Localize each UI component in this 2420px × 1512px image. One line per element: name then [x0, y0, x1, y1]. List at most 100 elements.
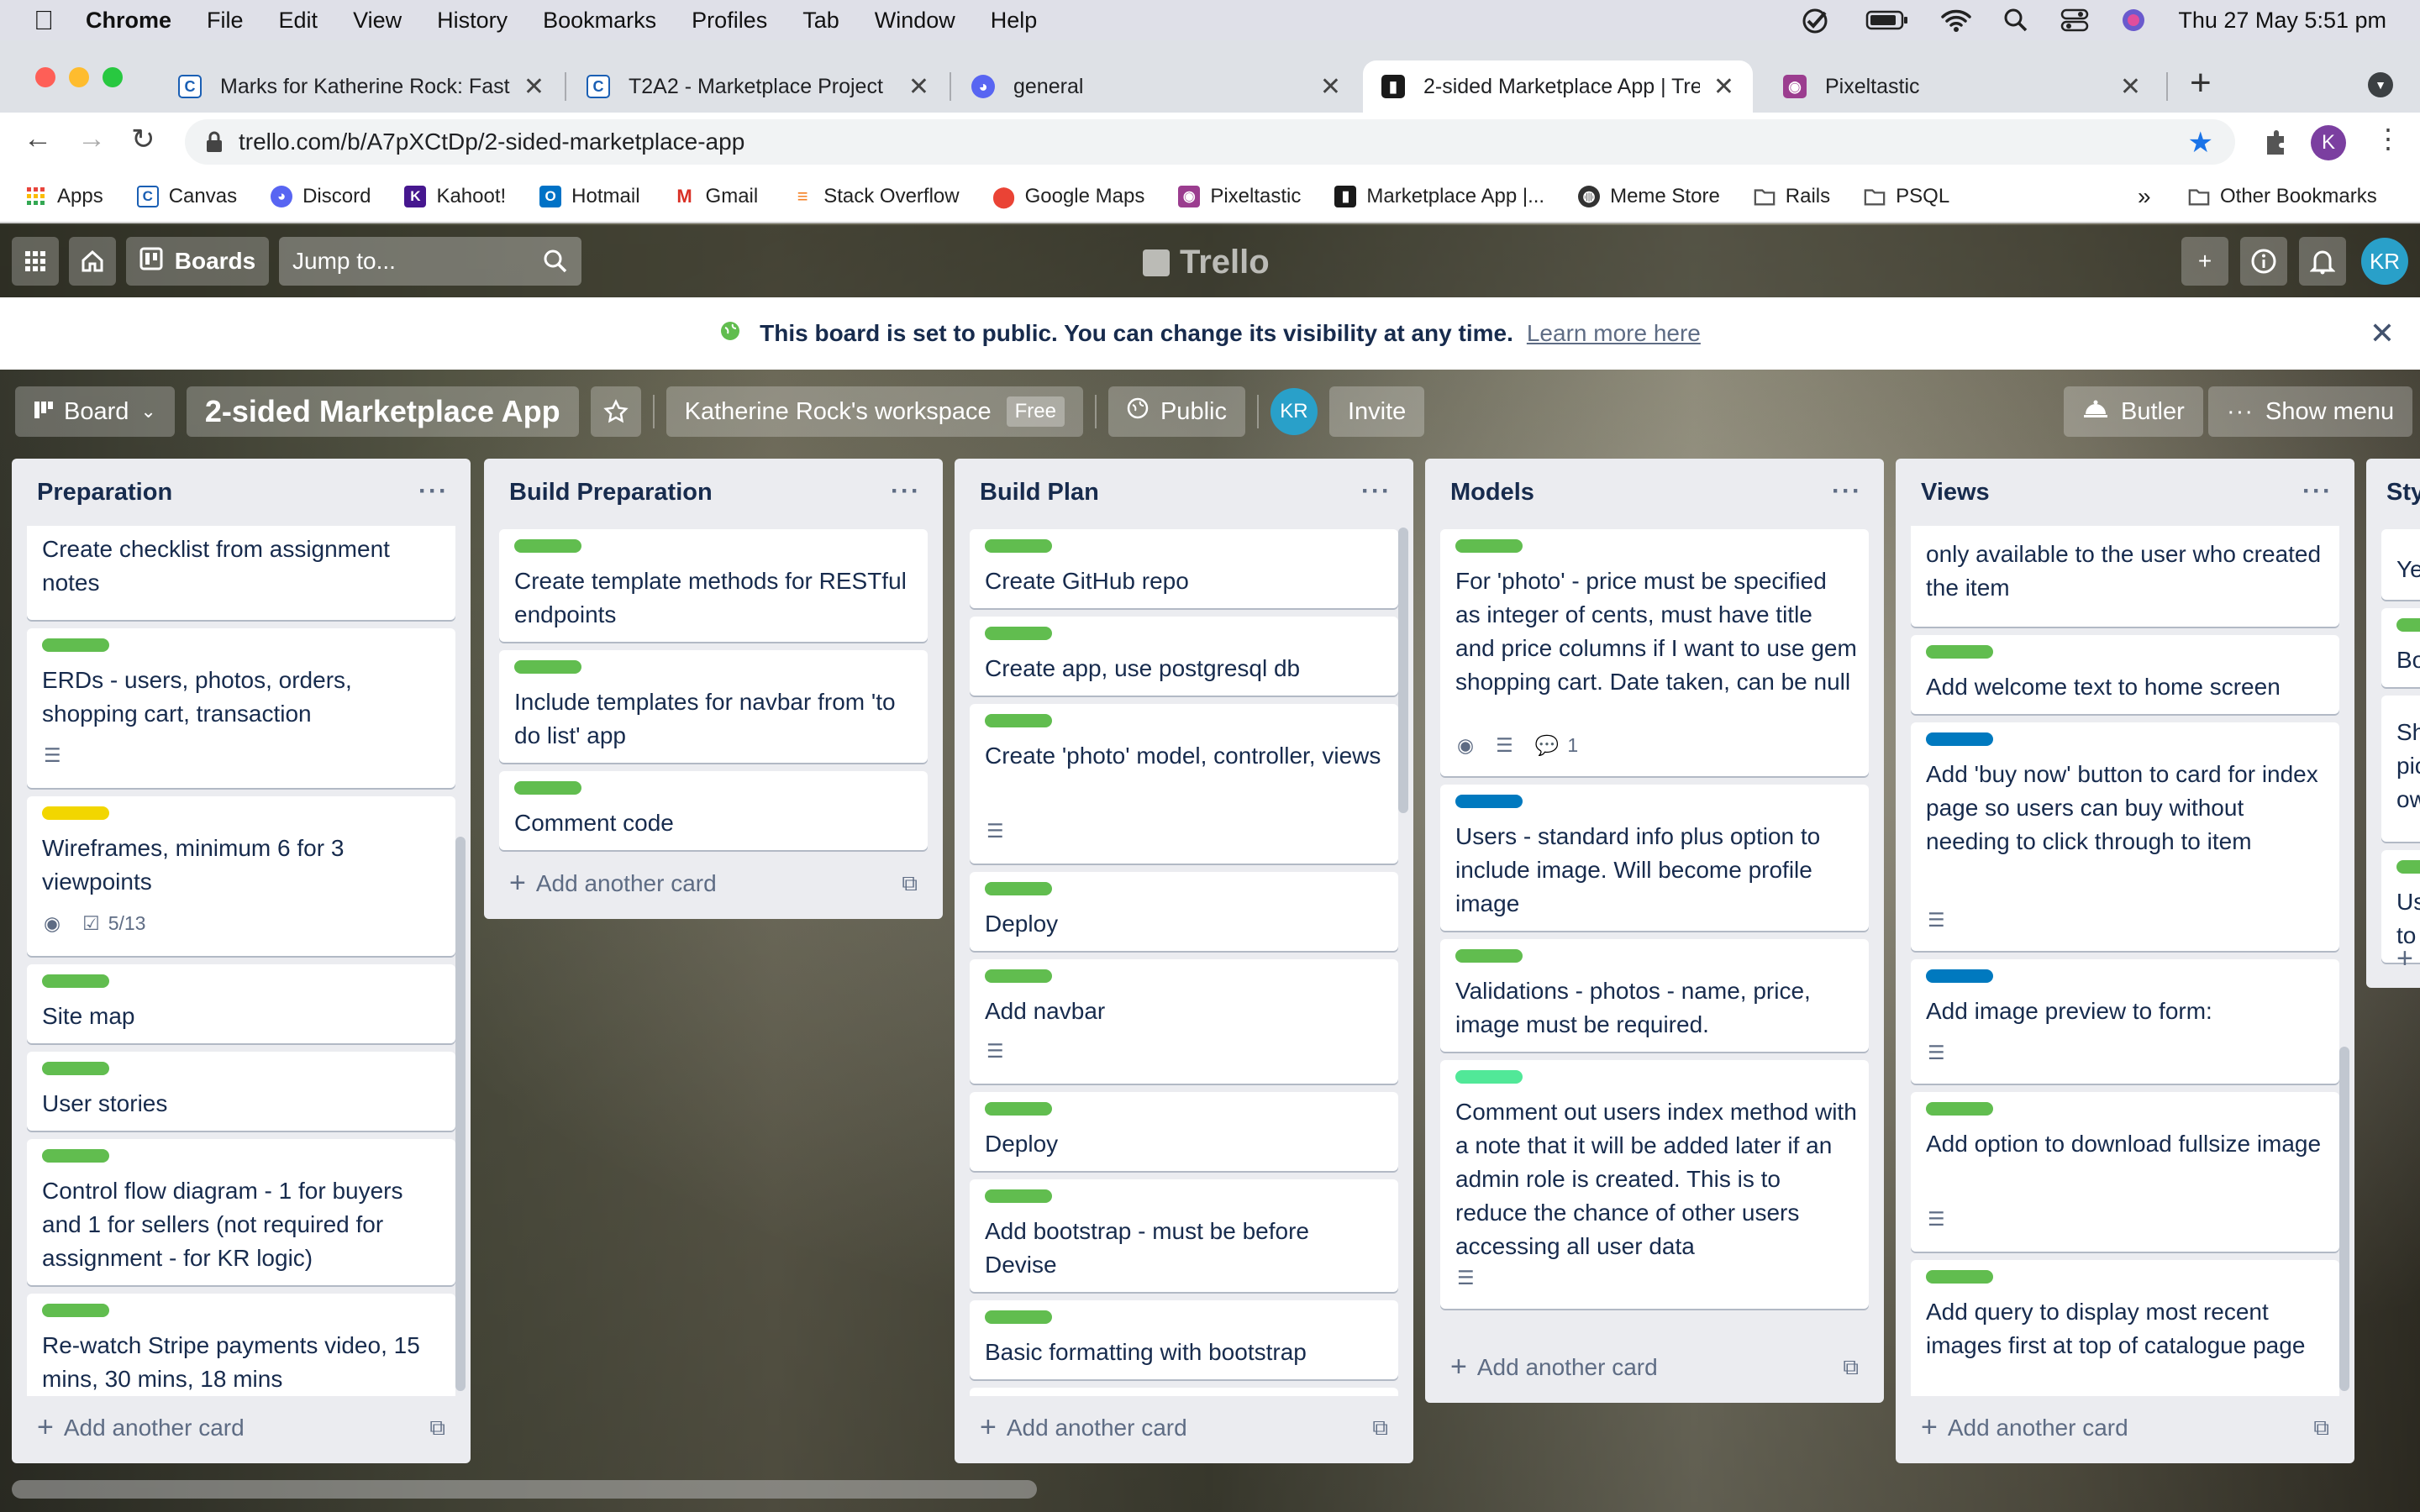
card[interactable]: Deploy: [970, 872, 1398, 951]
bookmark-meme-store[interactable]: ◍ Meme Store: [1578, 185, 1720, 208]
menu-window[interactable]: Window: [875, 8, 955, 34]
bookmark-stackoverflow[interactable]: ≡ Stack Overflow: [792, 185, 960, 208]
list-scrollbar[interactable]: [2339, 1047, 2349, 1391]
card[interactable]: Add query to display most recent images …: [1911, 1260, 2339, 1396]
card[interactable]: Sh pic ow: [2381, 696, 2420, 842]
info-icon[interactable]: [2240, 237, 2287, 286]
list-title[interactable]: Build Plan: [980, 479, 1099, 507]
home-icon[interactable]: [69, 237, 116, 286]
card[interactable]: Deploy: [970, 1092, 1398, 1171]
list-menu-icon[interactable]: ···: [418, 477, 449, 506]
card-template-icon[interactable]: ⧉: [429, 1415, 445, 1441]
list-title[interactable]: Build Preparation: [509, 479, 713, 507]
card[interactable]: Comment out users index method with a no…: [1440, 1060, 1869, 1309]
bookmark-discord[interactable]: ◕ Discord: [271, 185, 371, 208]
siri-icon[interactable]: [2121, 8, 2146, 33]
menu-edit[interactable]: Edit: [279, 8, 318, 34]
workspace-button[interactable]: Katherine Rock's workspace Free: [666, 386, 1083, 437]
card[interactable]: Re-watch Stripe payments video, 15 mins,…: [27, 1294, 455, 1396]
visibility-button[interactable]: Public: [1107, 386, 1245, 437]
chrome-menu-icon[interactable]: ⋮: [2375, 123, 2402, 155]
browser-tab[interactable]: ◕ general ✕: [953, 60, 1360, 113]
card[interactable]: For 'photo' - price must be specified as…: [1440, 529, 1869, 776]
card[interactable]: Ye: [2381, 529, 2420, 600]
card[interactable]: User stories: [27, 1052, 455, 1131]
menu-profiles[interactable]: Profiles: [692, 8, 767, 34]
bookmark-folder-psql[interactable]: PSQL: [1864, 185, 1949, 208]
card-template-icon[interactable]: ⧉: [902, 870, 918, 897]
jump-search-input[interactable]: Jump to...: [279, 237, 581, 286]
card[interactable]: Users - standard info plus option to inc…: [1440, 785, 1869, 931]
bookmark-kahoot[interactable]: K Kahoot!: [404, 185, 506, 208]
search-icon[interactable]: [543, 249, 568, 280]
banner-close-icon[interactable]: ✕: [2370, 316, 2395, 351]
list-scrollbar[interactable]: [1398, 528, 1408, 813]
reload-icon[interactable]: ↻: [131, 123, 155, 156]
list-scrollbar[interactable]: [455, 837, 466, 1391]
card[interactable]: Add option to download fullsize image ☰: [1911, 1092, 2339, 1252]
bookmark-canvas[interactable]: C Canvas: [136, 185, 237, 208]
plus-icon[interactable]: +: [2396, 942, 2413, 975]
create-plus-icon[interactable]: +: [2181, 237, 2228, 286]
bookmark-star-icon[interactable]: ★: [2188, 126, 2213, 160]
card[interactable]: Basic formatting with bootstrap: [970, 1300, 1398, 1379]
bookmark-google-maps[interactable]: ⬤ Google Maps: [992, 185, 1144, 208]
card-template-icon[interactable]: ⧉: [1372, 1415, 1388, 1441]
list-menu-icon[interactable]: ···: [1361, 477, 1392, 506]
wifi-icon[interactable]: [1941, 8, 1972, 32]
list-models[interactable]: Models ··· For 'photo' - price must be sp…: [1425, 459, 1884, 1403]
list-menu-icon[interactable]: ···: [2302, 477, 2333, 506]
bookmark-hotmail[interactable]: O Hotmail: [539, 185, 640, 208]
tab-close-icon[interactable]: ✕: [2120, 72, 2141, 102]
new-tab-button[interactable]: +: [2190, 62, 2212, 104]
board-member-avatar[interactable]: KR: [1270, 388, 1318, 435]
bookmark-apps[interactable]: Apps: [25, 185, 103, 208]
add-card-button[interactable]: + Add another card: [980, 1411, 1187, 1444]
card[interactable]: Bo: [2381, 608, 2420, 687]
spotlight-search-icon[interactable]: [2003, 8, 2028, 33]
learn-more-link[interactable]: Learn more here: [1527, 320, 1701, 347]
bookmark-pixeltastic[interactable]: ◉ Pixeltastic: [1178, 185, 1301, 208]
card[interactable]: Add 'buy now' button to card for index p…: [1911, 722, 2339, 951]
tab-search-icon[interactable]: ▼: [2368, 72, 2393, 97]
card[interactable]: Comment code: [499, 771, 928, 850]
browser-tab[interactable]: ◉ Pixeltastic ✕: [1765, 60, 2160, 113]
card[interactable]: Create app, use postgresql db: [970, 617, 1398, 696]
list-title[interactable]: Preparation: [37, 479, 172, 507]
app-switcher-icon[interactable]: [12, 237, 59, 286]
invite-button[interactable]: Invite: [1328, 386, 1425, 437]
member-avatar[interactable]: KR: [2361, 238, 2408, 285]
card[interactable]: Validations - photos - name, price, imag…: [1440, 939, 1869, 1052]
menu-history[interactable]: History: [437, 8, 508, 34]
list-menu-icon[interactable]: ···: [1832, 477, 1862, 506]
bookmark-folder-rails[interactable]: Rails: [1754, 185, 1830, 208]
browser-tab[interactable]: C T2A2 - Marketplace Project ✕: [568, 60, 948, 113]
card[interactable]: Add image preview to form: ☰: [1911, 959, 2339, 1084]
card-template-icon[interactable]: ⧉: [2313, 1415, 2329, 1441]
menu-tab[interactable]: Tab: [802, 8, 839, 34]
show-menu-button[interactable]: ··· Show menu: [2208, 386, 2413, 437]
tab-close-icon[interactable]: ✕: [908, 72, 929, 102]
app-menu-chrome[interactable]: Chrome: [86, 8, 171, 34]
tab-close-icon[interactable]: ✕: [1713, 72, 1734, 102]
menu-file[interactable]: File: [207, 8, 244, 34]
list-preparation[interactable]: Preparation ··· Create checklist from ass…: [12, 459, 471, 1463]
browser-tab[interactable]: C Marks for Katherine Rock: Fast ✕: [160, 60, 563, 113]
board-horizontal-scrollbar[interactable]: [12, 1480, 1037, 1499]
card[interactable]: only available to the user who created t…: [1911, 526, 2339, 627]
extensions-icon[interactable]: [2260, 128, 2291, 162]
back-arrow-icon[interactable]: ←: [24, 123, 52, 155]
card[interactable]: Create template methods for RESTful endp…: [499, 529, 928, 642]
card[interactable]: Add navbar ☰: [970, 959, 1398, 1084]
list-menu-icon[interactable]: ···: [891, 477, 921, 506]
card[interactable]: Control flow diagram - 1 for buyers and …: [27, 1139, 455, 1285]
list-title[interactable]: Models: [1450, 479, 1534, 507]
list-title[interactable]: Views: [1921, 479, 1990, 507]
list-partial[interactable]: Sty Ye Bo Sh pic ow Us to +: [2366, 459, 2420, 988]
add-card-button[interactable]: + Add another card: [1450, 1351, 1658, 1383]
card[interactable]: ERDs - users, photos, orders, shopping c…: [27, 628, 455, 788]
apple-menu-icon[interactable]: : [34, 5, 54, 36]
address-bar[interactable]: trello.com/b/A7pXCtDp/2-sided-marketplac…: [185, 119, 2235, 165]
forward-arrow-icon[interactable]: →: [77, 123, 106, 155]
control-center-icon[interactable]: [2060, 8, 2089, 32]
